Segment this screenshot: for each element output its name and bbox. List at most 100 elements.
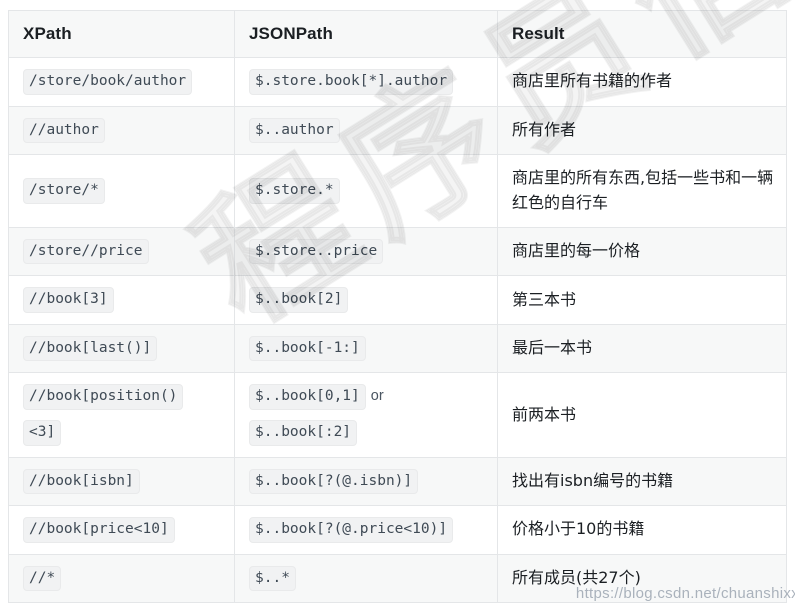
jsonpath-expression-line: $..book[-1:] [249, 335, 485, 362]
cell-xpath: /store/book/author [8, 57, 235, 107]
cell-result: 所有成员(共27个) [497, 553, 787, 604]
cell-xpath: //book[isbn] [8, 456, 235, 507]
table-row: //* $..* 所有成员(共27个) [8, 553, 787, 604]
result-description: 最后一本书 [512, 338, 593, 358]
jsonpath-code-chip: $.store.book[*].author [249, 69, 454, 95]
jsonpath-expression-line: $.store..price [249, 238, 485, 265]
jsonpath-code-chip: $..book[2] [249, 287, 349, 313]
jsonpath-expression-line: $..book[2] [249, 287, 485, 313]
xpath-expression-line: //book[isbn] [23, 468, 222, 495]
xpath-expression-line: //book[position() [23, 384, 222, 410]
cell-jsonpath: $..book[2] [234, 275, 498, 325]
xpath-code-chip: //book[price<10] [23, 517, 175, 543]
table-header-row: XPath JSONPath Result [8, 10, 787, 58]
jsonpath-code-chip: $..author [249, 117, 340, 144]
xpath-expression-line: //book[price<10] [23, 517, 222, 543]
jsonpath-code-chip: $..book[:2] [249, 419, 358, 446]
xpath-code-chip: //book[3] [23, 287, 114, 313]
xpath-expression-line: /store//price [23, 238, 222, 265]
table-body: /store/book/author $.store.book[*].author… [8, 57, 787, 604]
jsonpath-expression-line: $..author [249, 117, 485, 144]
xpath-expression-line: /store/* [23, 178, 222, 204]
xpath-expression-line: //book[last()] [23, 335, 222, 362]
table-row: /store//price $.store..price 商店里的每一价格 [8, 226, 787, 277]
table-row: //book[isbn] $..book[?(@.isbn)] 找出有isbn编号的… [8, 456, 787, 507]
result-description: 商店里的每一价格 [512, 241, 641, 261]
cell-xpath: //book[3] [8, 275, 235, 325]
table-header: XPath JSONPath Result [8, 10, 787, 58]
cell-result: 价格小于10的书籍 [497, 505, 787, 555]
jsonpath-code-chip: $..book[0,1] [249, 384, 366, 410]
cell-jsonpath: $.store.book[*].author [234, 57, 498, 107]
cell-result: 商店里的所有东西,包括一些书和一辆红色的自行车 [497, 154, 787, 228]
jsonpath-code-chip: $..book[-1:] [249, 335, 366, 362]
xpath-code-chip: //book[last()] [23, 335, 158, 362]
xpath-expression-line: //book[3] [23, 287, 222, 313]
table-row: /store/* $.store.* 商店里的所有东西,包括一些书和一辆红色的自行车 [8, 154, 787, 228]
table-row: /store/book/author $.store.book[*].author… [8, 57, 787, 107]
xpath-code-chip: /store/book/author [23, 69, 193, 95]
jsonpath-code-chip: $..book[?(@.isbn)] [249, 468, 419, 495]
table-row: //book[3] $..book[2] 第三本书 [8, 275, 787, 325]
jsonpath-code-chip: $.store.* [249, 178, 340, 204]
xpath-code-chip: /store/* [23, 178, 105, 204]
xpath-expression-line: //author [23, 117, 222, 144]
jsonpath-expression-line: $..book[?(@.price<10)] [249, 517, 485, 543]
result-description: 所有作者 [512, 119, 577, 139]
cell-xpath: //author [8, 105, 235, 156]
table-row: //author $..author 所有作者 [8, 105, 787, 156]
column-header-xpath: XPath [8, 10, 235, 58]
result-description: 商店里的所有东西,包括一些书和一辆红色的自行车 [512, 168, 774, 212]
xpath-jsonpath-reference-table: XPath JSONPath Result /store/book/author… [8, 10, 787, 604]
xpath-code-chip: //author [23, 117, 105, 144]
result-description: 价格小于10的书籍 [512, 519, 645, 539]
cell-result: 最后一本书 [497, 323, 787, 374]
cell-jsonpath: $..author [234, 105, 498, 156]
xpath-code-chip: //book[isbn] [23, 468, 140, 495]
jsonpath-code-chip: $.store..price [249, 238, 384, 265]
table-row: //book[price<10] $..book[?(@.price<10)] 价格… [8, 505, 787, 555]
jsonpath-expression-line: $..* [249, 565, 485, 592]
table-row: //book[position() <3] $..book[0,1] or $..boo… [8, 372, 787, 458]
result-description: 商店里所有书籍的作者 [512, 71, 673, 91]
column-header-jsonpath: JSONPath [234, 10, 498, 58]
cell-xpath: /store/* [8, 154, 235, 228]
cell-result: 商店里的每一价格 [497, 226, 787, 277]
cell-jsonpath: $..book[?(@.isbn)] [234, 456, 498, 507]
cell-jsonpath: $.store.* [234, 154, 498, 228]
xpath-expression-line: //* [23, 565, 222, 592]
reference-table: XPath JSONPath Result /store/book/author… [8, 10, 787, 604]
cell-jsonpath: $..book[0,1] or $..book[:2] [234, 372, 498, 458]
cell-jsonpath: $.store..price [234, 226, 498, 277]
jsonpath-expression-line: $.store.book[*].author [249, 69, 485, 95]
cell-xpath: //book[position() <3] [8, 372, 235, 458]
cell-result: 第三本书 [497, 275, 787, 325]
result-description: 第三本书 [512, 289, 577, 309]
xpath-expression-line: <3] [23, 419, 222, 446]
cell-xpath: //book[price<10] [8, 505, 235, 555]
cell-jsonpath: $..* [234, 553, 498, 604]
jsonpath-join-word: or [370, 388, 384, 405]
result-description: 找出有isbn编号的书籍 [512, 470, 674, 490]
cell-xpath: /store//price [8, 226, 235, 277]
xpath-code-chip: /store//price [23, 238, 149, 265]
cell-result: 找出有isbn编号的书籍 [497, 456, 787, 507]
result-description: 前两本书 [512, 404, 577, 424]
result-description: 所有成员(共27个) [512, 568, 641, 588]
xpath-code-chip: //* [23, 565, 62, 592]
jsonpath-expression-line: $..book[?(@.isbn)] [249, 468, 485, 495]
xpath-code-chip: <3] [23, 419, 62, 446]
cell-jsonpath: $..book[?(@.price<10)] [234, 505, 498, 555]
page-root: XPath JSONPath Result /store/book/author… [0, 0, 795, 608]
cell-jsonpath: $..book[-1:] [234, 323, 498, 374]
cell-result: 所有作者 [497, 105, 787, 156]
cell-xpath: //* [8, 553, 235, 604]
jsonpath-expression-line: $..book[:2] [249, 419, 485, 446]
xpath-expression-line: /store/book/author [23, 69, 222, 95]
xpath-code-chip: //book[position() [23, 384, 184, 410]
jsonpath-code-chip: $..* [249, 565, 296, 592]
jsonpath-code-chip: $..book[?(@.price<10)] [249, 517, 454, 543]
column-header-result: Result [497, 10, 787, 58]
cell-result: 前两本书 [497, 372, 787, 458]
cell-xpath: //book[last()] [8, 323, 235, 374]
